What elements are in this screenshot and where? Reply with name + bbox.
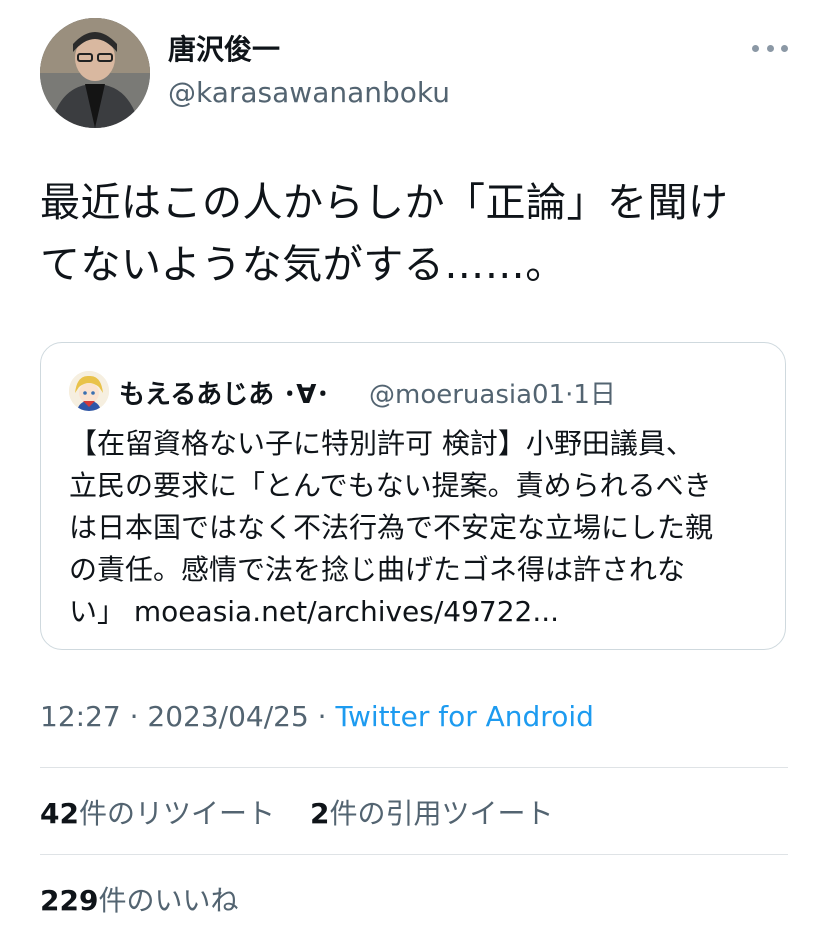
likes-stat[interactable]: 229件のいいね (40, 879, 238, 919)
tweet-text: 最近はこの人からしか「正論」を聞け てないような気がする……。 (40, 172, 790, 296)
quotes-count: 2 (310, 797, 330, 830)
anime-avatar-icon (69, 371, 109, 411)
tweet-timestamp[interactable]: 12:27 · 2023/04/25 · (40, 700, 335, 733)
avatar-photo-icon (40, 18, 150, 128)
quoted-author-handle-time: @moeruasia01·1日 (369, 380, 616, 410)
quoted-text-line: は日本国ではなく不法行為で不安定な立場にした親 (69, 511, 714, 544)
divider (40, 854, 788, 855)
retweets-label: 件のリツイート (78, 797, 275, 830)
divider (40, 767, 788, 768)
retweets-count: 42 (40, 797, 79, 830)
tweet-text-line: てないような気がする……。 (40, 242, 566, 288)
author-display-name[interactable]: 唐沢俊一 (168, 28, 280, 68)
quoted-text-line: の責任。感情で法を捻じ曲げたゴネ得は許されな (69, 553, 686, 586)
author-handle[interactable]: @karasawananboku (168, 76, 450, 109)
more-options-icon[interactable] (752, 38, 788, 58)
quoted-tweet-card[interactable]: もえるあじあ ･∀･ @moeruasia01·1日 【在留資格ない子に特別許可… (40, 342, 786, 650)
more-dot (781, 44, 788, 52)
retweets-stat[interactable]: 42件のリツイート (40, 792, 275, 832)
author-avatar[interactable] (40, 18, 150, 128)
tweet-source-link[interactable]: Twitter for Android (335, 700, 593, 733)
more-dot (752, 44, 759, 52)
quoted-text-line: 【在留資格ない子に特別許可 検討】小野田議員、 (69, 427, 694, 460)
quoted-author-avatar (69, 371, 109, 411)
quoted-text-line: い」 moeasia.net/archives/49722... (69, 595, 560, 628)
likes-label: 件のいいね (98, 884, 239, 917)
quoted-text-line: 立民の要求に「とんでもない提案。責められるべき (69, 469, 712, 502)
quoted-tweet-text: 【在留資格ない子に特別許可 検討】小野田議員、 立民の要求に「とんでもない提案。… (69, 423, 769, 633)
likes-count: 229 (40, 884, 99, 917)
quotes-label: 件の引用ツイート (329, 797, 554, 830)
tweet-meta: 12:27 · 2023/04/25 · Twitter for Android (40, 700, 594, 733)
quotes-stat[interactable]: 2件の引用ツイート (310, 792, 554, 832)
tweet-text-line: 最近はこの人からしか「正論」を聞け (40, 180, 729, 226)
more-dot (766, 44, 774, 52)
quoted-author-name: もえるあじあ ･∀･ (119, 380, 330, 410)
